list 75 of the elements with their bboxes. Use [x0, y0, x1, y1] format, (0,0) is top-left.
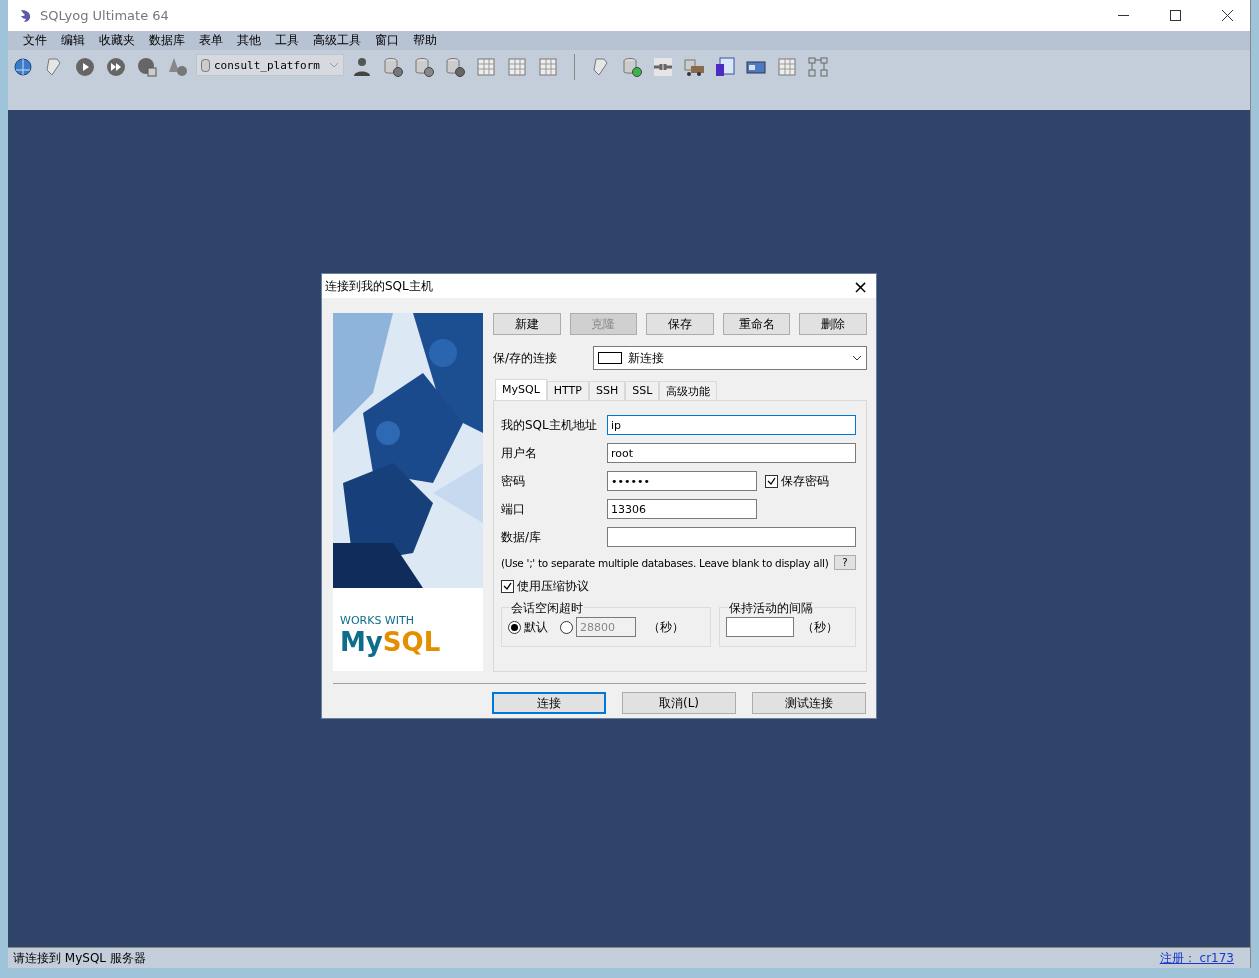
menu-item[interactable]: 编辑: [54, 32, 92, 49]
unit-label: （秒）: [648, 618, 684, 636]
checkbox-label: 使用压缩协议: [517, 578, 589, 595]
menu-item[interactable]: 收藏夹: [92, 32, 142, 49]
truck-icon[interactable]: [683, 56, 705, 78]
globe-icon[interactable]: [12, 56, 34, 78]
toolbar-button[interactable]: 保存: [646, 313, 714, 335]
table-icon[interactable]: [714, 56, 736, 78]
maximize-icon[interactable]: [1169, 10, 1181, 21]
help-button[interactable]: ?: [834, 555, 856, 570]
menu-item[interactable]: 其他: [230, 32, 268, 49]
dialog-button[interactable]: 连接: [492, 692, 606, 714]
unit-label: （秒）: [802, 618, 838, 636]
menu-item[interactable]: 数据库: [142, 32, 192, 49]
dialog-button[interactable]: 取消(L): [622, 692, 736, 714]
merge-icon[interactable]: [652, 56, 674, 78]
group-title: 保持活动的间隔: [728, 600, 814, 617]
radio-button[interactable]: [508, 620, 521, 634]
database-icon: [201, 58, 210, 72]
database-dropdown[interactable]: consult_platform: [196, 54, 344, 76]
database-icon[interactable]: [382, 56, 404, 78]
user-icon[interactable]: [351, 56, 373, 78]
status-text: 请连接到 MySQL 服务器: [13, 949, 146, 967]
input-field[interactable]: root: [607, 443, 856, 463]
menu-item[interactable]: 表单: [192, 32, 230, 49]
tab[interactable]: HTTP: [546, 381, 589, 401]
connection-select[interactable]: 新连接: [593, 346, 867, 370]
menu-item[interactable]: 工具: [268, 32, 306, 49]
toolbar-button[interactable]: 重命名: [722, 313, 791, 335]
field-label: 保/存的连接: [493, 349, 559, 367]
logo-text: My: [340, 627, 383, 657]
menu-item[interactable]: 帮助: [406, 32, 444, 49]
hint-text: (Use ';' to separate multiple databases. Leave blank to display all): [501, 556, 829, 569]
logo-text: SQL: [382, 627, 441, 657]
register-link[interactable]: 注册： cr173: [1159, 949, 1234, 967]
close-icon[interactable]: [1221, 10, 1233, 21]
menu-item[interactable]: 文件: [16, 32, 54, 49]
tab[interactable]: 高级功能: [659, 381, 718, 401]
input-field[interactable]: ••••••: [607, 471, 757, 491]
field-label: 我的SQL主机地址: [501, 416, 598, 434]
toolbar-button[interactable]: 新建: [493, 313, 561, 335]
color-swatch-icon: [598, 352, 622, 364]
shapes-icon[interactable]: [167, 56, 189, 78]
field-label: 端口: [501, 500, 526, 518]
radio-button[interactable]: [560, 620, 573, 634]
fast-forward-icon[interactable]: [105, 56, 127, 78]
dialog-button[interactable]: 测试连接: [752, 692, 866, 714]
tab[interactable]: MySQL: [495, 379, 547, 401]
toolbar-button[interactable]: 删除: [799, 313, 867, 335]
menu-item[interactable]: 窗口: [368, 32, 406, 49]
close-button[interactable]: ×: [852, 275, 868, 297]
input-field[interactable]: ip: [607, 415, 856, 435]
database-icon[interactable]: [444, 56, 466, 78]
radio-label: 默认: [524, 618, 548, 636]
field-label: 密码: [501, 472, 526, 490]
group-title: 会话空闲超时: [510, 600, 584, 617]
chevron-down-icon: [329, 62, 339, 68]
play-icon[interactable]: [74, 56, 96, 78]
logo-text: WORKS WITH: [340, 614, 415, 627]
tab[interactable]: SSL: [625, 381, 660, 401]
input-field[interactable]: [607, 527, 856, 547]
input-field[interactable]: [726, 617, 794, 637]
tab[interactable]: SSH: [588, 381, 626, 401]
input-field[interactable]: 13306: [607, 499, 757, 519]
database-icon[interactable]: [413, 56, 435, 78]
checkbox[interactable]: [501, 580, 514, 593]
field-label: 数据/库: [501, 528, 543, 546]
database-sync-icon[interactable]: [621, 56, 643, 78]
chevron-down-icon: [852, 355, 862, 361]
dialog-title: 连接到我的SQL主机: [325, 277, 433, 295]
checkbox[interactable]: [765, 474, 778, 488]
window-title: SQLyog Ultimate 64: [40, 8, 170, 23]
checkbox-label: 保存密码: [781, 472, 829, 490]
menu-item[interactable]: 高级工具: [306, 32, 368, 49]
field-label: 用户名: [501, 444, 538, 462]
